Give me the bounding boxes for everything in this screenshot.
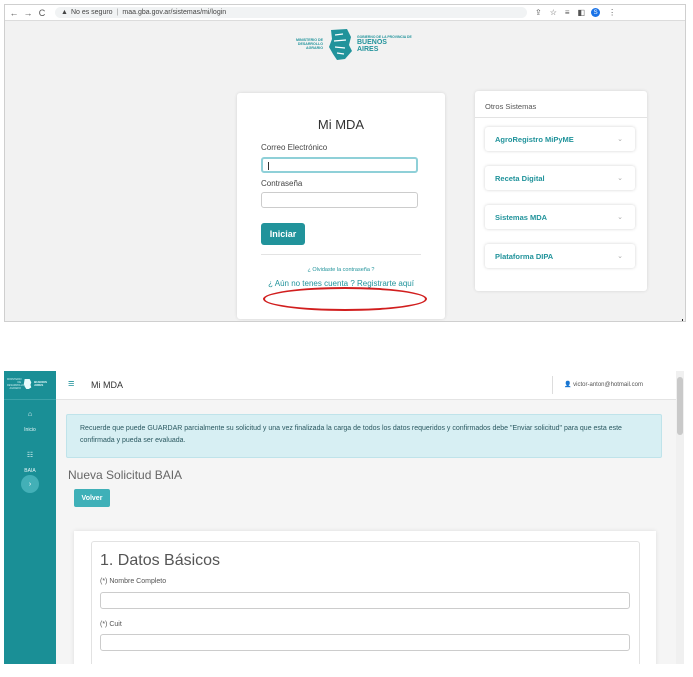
app-header: ≡ Mi MDA 👤 victor-anton@hotmail.com [56,371,676,400]
sidebar-logo-province: BUENOS AIRES [34,379,47,387]
app-title: Mi MDA [91,380,123,390]
logo-ministry-text: MINISTERIO DE DESARROLLO AGRARIO [296,38,323,50]
menu-icon[interactable]: ⋮ [608,8,616,17]
profile-avatar[interactable]: S [591,8,601,17]
province-emblem-icon [23,379,32,389]
chevron-down-icon: ⌄ [617,253,623,260]
cuit-label: (*) Cuit [100,621,122,628]
chevron-down-icon: ⌄ [617,136,623,143]
divider [552,376,553,394]
scrollbar[interactable] [676,371,684,664]
nombre-label: (*) Nombre Completo [100,578,167,585]
system-label: Sistemas MDA [495,212,548,222]
password-label: Contraseña [261,179,303,188]
security-label: No es seguro [70,9,113,16]
logo-buenos-text: BUENOS [357,39,387,46]
user-email: victor-anton@hotmail.com [573,382,643,388]
divider [4,399,56,400]
system-item[interactable]: Receta Digital ⌄ [485,166,635,190]
chevron-right-icon: › [28,480,32,488]
system-label: Plataforma DIPA [495,251,554,261]
address-bar[interactable]: ▲ No es seguro | maa.gba.gov.ar/sistemas… [55,7,527,18]
login-button[interactable]: Iniciar [261,223,305,245]
star-icon[interactable]: ☆ [550,8,557,17]
other-systems-title: Otros Sistemas [485,102,537,111]
sidebar-item-baia[interactable]: ☷ BAIA [4,451,56,477]
sidebar-logo-ministry: MINISTERIO DE DESARROLLO AGRARIO [7,378,25,390]
divider [261,254,421,255]
system-item[interactable]: Plataforma DIPA ⌄ [485,244,635,268]
nombre-field[interactable] [100,592,630,609]
back-icon[interactable]: ← [9,8,19,18]
login-title: Mi MDA [317,117,365,132]
system-item[interactable]: AgroRegistro MiPyME ⌄ [485,127,635,151]
back-button[interactable]: Volver [74,489,110,507]
login-page: MINISTERIO DE DESARROLLO AGRARIO GOBIERN… [5,21,685,321]
url-text: maa.gba.gov.ar/sistemas/mi/login [122,9,227,16]
sidebar-item-label: Inicio [24,427,36,433]
alert-text: Recuerde que puede GUARDAR parcialmente … [80,425,622,444]
ministry-logo: MINISTERIO DE DESARROLLO AGRARIO GOBIERN… [285,27,412,61]
forgot-password-link[interactable]: ¿ Olvidaste la contraseña ? [237,267,445,273]
chevron-down-icon: ⌄ [617,175,623,182]
page-title: Nueva Solicitud BAIA [68,468,183,482]
sidebar-item-inicio[interactable]: ⌂ Inicio [4,411,56,436]
logo-province: GOBIERNO DE LA PROVINCIA DE BUENOS AIRES [357,35,412,53]
playlist-icon[interactable]: ≡ [565,8,570,17]
sidebar-logo: MINISTERIO DE DESARROLLO AGRARIO BUENOS … [7,375,53,393]
email-field[interactable] [261,157,418,173]
url-separator: | [116,9,119,16]
grid-icon: ☷ [26,452,34,459]
section-title: 1. Datos Básicos [100,552,221,569]
user-menu[interactable]: 👤 victor-anton@hotmail.com [564,381,643,388]
logo-aires-text: AIRES [357,46,379,53]
form-card: 1. Datos Básicos (*) Nombre Completo (*)… [74,531,656,664]
hamburger-menu-icon[interactable]: ≡ [68,378,74,390]
reload-icon[interactable]: C [37,8,47,18]
province-emblem-icon [329,29,352,60]
info-alert: Recuerde que puede GUARDAR parcialmente … [66,414,662,458]
password-field[interactable] [261,192,418,208]
other-systems-panel: Otros Sistemas AgroRegistro MiPyME ⌄ Rec… [475,91,647,291]
user-icon: 👤 [564,382,572,388]
expand-sidebar-button[interactable]: › [21,475,39,493]
divider [475,117,647,118]
login-card: Mi MDA Correo Electrónico Contraseña Ini… [237,93,445,319]
red-highlight-circle [263,287,427,311]
system-label: Receta Digital [495,173,545,183]
forward-icon[interactable]: → [23,8,33,18]
browser-toolbar: ← → C ▲ No es seguro | maa.gba.gov.ar/si… [5,5,685,21]
sidebar: MINISTERIO DE DESARROLLO AGRARIO BUENOS … [4,371,56,664]
scrollbar-thumb[interactable] [677,377,683,435]
share-icon[interactable]: ⇪ [535,8,542,17]
datos-basicos-section: 1. Datos Básicos (*) Nombre Completo (*)… [91,541,640,664]
home-icon: ⌂ [27,411,33,418]
application-screenshot: MINISTERIO DE DESARROLLO AGRARIO BUENOS … [4,371,684,664]
sidepanel-icon[interactable]: ◧ [578,8,586,17]
warning-icon: ▲ [61,9,68,16]
login-screenshot: ← → C ▲ No es seguro | maa.gba.gov.ar/si… [4,4,686,322]
chevron-down-icon: ⌄ [617,214,623,221]
text-cursor-mark [682,319,683,321]
system-item[interactable]: Sistemas MDA ⌄ [485,205,635,229]
system-label: AgroRegistro MiPyME [495,134,574,144]
email-label: Correo Electrónico [261,143,328,152]
sidebar-item-label: BAIA [24,468,36,474]
cuit-field[interactable] [100,634,630,651]
